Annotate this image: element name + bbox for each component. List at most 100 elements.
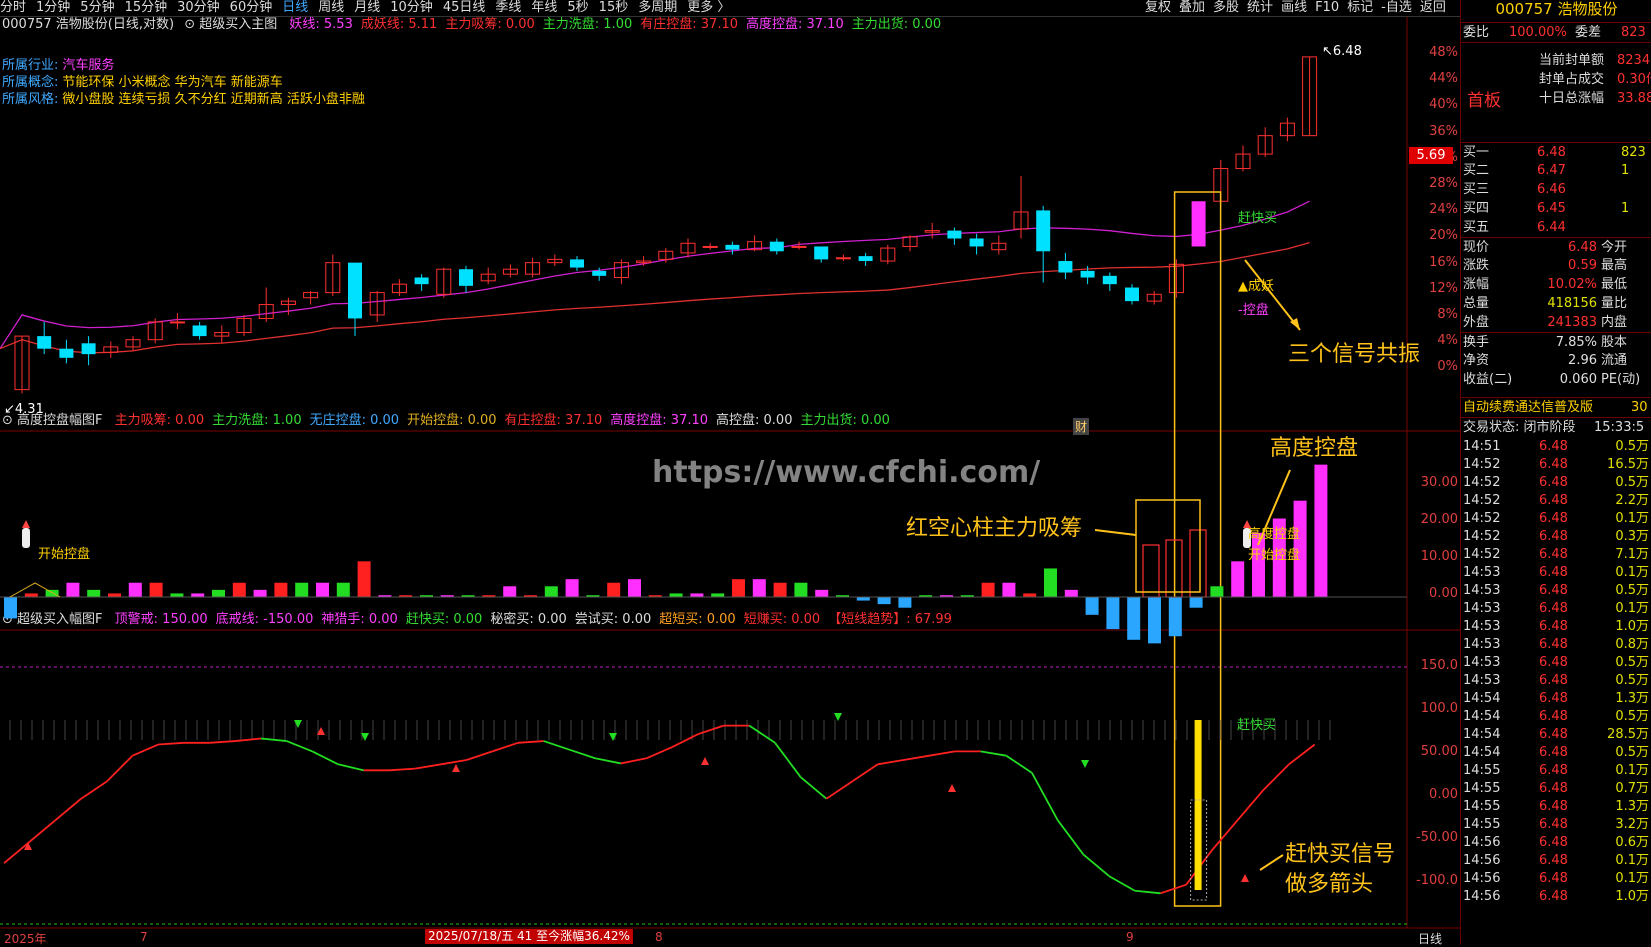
period-tab-daily[interactable]: 日线 [1418, 930, 1442, 947]
quote-row-2: 涨幅 10.02% 最低 [1461, 275, 1651, 294]
candle-body [192, 325, 207, 337]
bid-row-4[interactable]: 买五 6.44 [1461, 218, 1651, 237]
tick-volume: 0.1万 [1615, 871, 1649, 886]
bid-name: 买一 [1463, 145, 1490, 160]
tick-price: 6.48 [1539, 547, 1568, 562]
panel2-bar [732, 579, 745, 597]
tick-price: 6.48 [1539, 583, 1568, 598]
candle-body [59, 348, 74, 358]
tick-volume: 0.1万 [1615, 511, 1649, 526]
panel2-bar [628, 579, 641, 597]
annotation-red-hollow: 红空心柱主力吸筹 [906, 516, 1083, 541]
tick-time: 14:53 [1463, 601, 1501, 616]
tick-price: 6.48 [1539, 493, 1568, 508]
arrow-up-icon [948, 784, 956, 792]
bid-row-0[interactable]: 买一 6.48 823 [1461, 142, 1651, 162]
trend-segment [209, 740, 236, 744]
bid-name: 买五 [1463, 220, 1490, 235]
quote-value: 241383 [1547, 315, 1597, 330]
tick-time: 14:53 [1463, 583, 1501, 598]
tick-time: 14:53 [1463, 637, 1501, 652]
bid-price: 6.44 [1537, 220, 1566, 235]
panel2-bar [1168, 597, 1182, 637]
main-axis-tick-7: 20% [1429, 228, 1458, 244]
tick-time: 14:52 [1463, 511, 1501, 526]
quote-code: 000757 [1495, 0, 1553, 18]
quote-value: 418156 [1547, 296, 1597, 311]
trade-status-row: 交易状态: 闭市阶段 15:33:5 [1461, 417, 1651, 437]
panel2-bar [66, 582, 80, 597]
tick-volume: 7.1万 [1615, 547, 1649, 562]
tick-row: 14:54 6.48 0.5万 [1461, 744, 1651, 762]
panel2-bar [357, 561, 371, 597]
trend-segment [543, 740, 570, 751]
trend-segment [3, 841, 31, 864]
tick-volume: 1.0万 [1615, 619, 1649, 634]
tick-time: 14:55 [1463, 817, 1501, 832]
quote-label-2: 最低 [1601, 277, 1628, 292]
tick-volume: 2.2万 [1615, 493, 1649, 508]
bid-row-2[interactable]: 买三 6.46 [1461, 180, 1651, 199]
arrow-up-icon [1241, 874, 1249, 882]
annotation-buy-signal-1: 赶快买信号 [1285, 842, 1396, 867]
quote-row-4: 外盘 241383 内盘 [1461, 313, 1651, 332]
x-label-8: 8 [655, 930, 663, 944]
panel2-bar [128, 582, 142, 597]
tick-row: 14:55 6.48 0.7万 [1461, 780, 1651, 798]
arrow-down-icon [609, 733, 617, 741]
candle-body [725, 244, 740, 250]
candle-body [1080, 270, 1095, 278]
trend-segment [1108, 875, 1136, 892]
rocket-tip [22, 520, 30, 528]
annotation-arrow-p3 [1259, 854, 1284, 871]
panel2-bar [544, 586, 558, 597]
trend-segment [235, 737, 262, 742]
trend-segment [466, 750, 493, 761]
tick-volume: 0.1万 [1615, 565, 1649, 580]
quote-value: 6.48 [1568, 240, 1597, 255]
stat-row-0: 当前封单额 8234 [1461, 51, 1651, 70]
tick-row: 14:56 6.48 0.1万 [1461, 870, 1651, 888]
panel2-bar [981, 582, 995, 597]
bid-name: 买三 [1463, 182, 1490, 197]
panel2-bar [669, 593, 683, 597]
p3-axis-tick-4: -50.00 [1416, 830, 1458, 845]
ad-row[interactable]: 自动续费通达信普及版 30 [1461, 397, 1651, 417]
stat-value: 8234 [1617, 53, 1651, 68]
bid-row-3[interactable]: 买四 6.45 1 [1461, 199, 1651, 218]
tick-price: 6.48 [1539, 511, 1568, 526]
tick-row: 14:52 6.48 0.5万 [1461, 474, 1651, 492]
low-price-value: 4.31 [14, 402, 44, 417]
panel2-bar [170, 593, 184, 597]
tick-volume: 0.1万 [1615, 763, 1649, 778]
tick-volume: 16.5万 [1607, 457, 1649, 472]
tick-row: 14:53 6.48 0.1万 [1461, 564, 1651, 582]
buy-signal-bar [1194, 720, 1202, 890]
tick-time: 14:53 [1463, 673, 1501, 688]
candle-body [37, 336, 52, 349]
tick-volume: 0.5万 [1615, 745, 1649, 760]
tick-row: 14:52 6.48 7.1万 [1461, 546, 1651, 564]
tick-volume: 0.1万 [1615, 853, 1649, 868]
annotation-arrow-main [1244, 259, 1301, 331]
panel2-bar [1044, 568, 1057, 597]
main-axis-tick-0: 48% [1429, 45, 1458, 60]
bid-volume: 1 [1621, 163, 1630, 178]
tick-price: 6.48 [1539, 853, 1568, 868]
bid-name: 买四 [1463, 201, 1490, 216]
tick-volume: 0.6万 [1615, 835, 1649, 850]
tick-time: 14:55 [1463, 799, 1501, 814]
bid-row-1[interactable]: 买二 6.47 1 [1461, 161, 1651, 180]
tick-time: 14:54 [1463, 745, 1501, 760]
main-axis-tick-8: 16% [1429, 254, 1458, 270]
finance-marker[interactable]: 财 [1073, 418, 1090, 435]
trend-segment [903, 754, 930, 761]
tick-time: 14:54 [1463, 727, 1501, 742]
trend-segment [1288, 743, 1316, 766]
trade-status-time: 15:33:5 [1594, 420, 1645, 435]
panel2-bar [295, 582, 309, 597]
main-axis-tick-5: 28% [1429, 176, 1458, 191]
panel2-bar [1189, 597, 1203, 608]
tick-price: 6.48 [1539, 889, 1568, 904]
p2-axis-tick-3: 0.00 [1429, 586, 1458, 601]
